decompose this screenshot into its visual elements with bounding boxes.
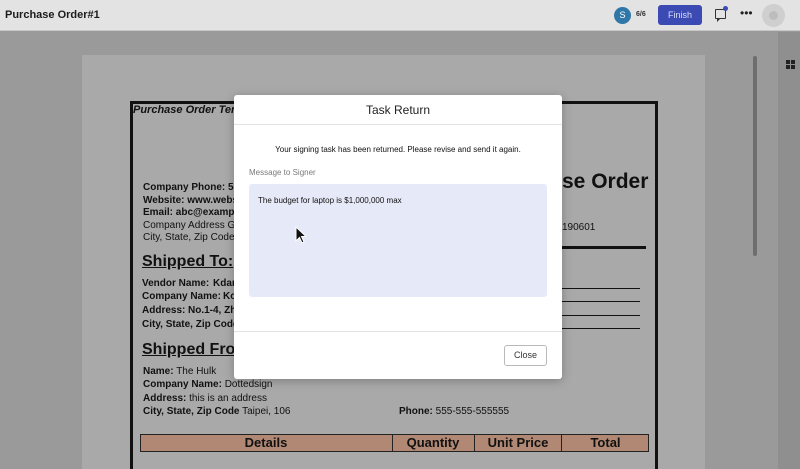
dialog-title: Task Return bbox=[234, 95, 562, 125]
document-title: Purchase Order#1 bbox=[5, 9, 100, 21]
task-return-dialog: Task Return Your signing task has been r… bbox=[234, 95, 562, 379]
right-rail bbox=[778, 32, 800, 469]
notification-dot bbox=[723, 6, 728, 11]
city-from-label: City, State, Zip Code bbox=[143, 406, 240, 417]
company-city: City, State, Zip Code bbox=[143, 232, 235, 243]
signer-count: 6/6 bbox=[636, 11, 646, 18]
vendor-name-value: Kdar bbox=[213, 278, 236, 289]
th-quantity: Quantity bbox=[406, 435, 460, 450]
name-from-value: The Hulk bbox=[176, 366, 217, 377]
address-from-value: this is an address bbox=[189, 393, 267, 404]
address-to-label: Address: bbox=[142, 305, 186, 316]
shipped-to-heading: Shipped To: bbox=[142, 253, 234, 270]
signer-message-text: The budget for laptop is $1,000,000 max bbox=[258, 196, 402, 205]
dialog-message: Your signing task has been returned. Ple… bbox=[275, 145, 521, 154]
signer-message-box: The budget for laptop is $1,000,000 max bbox=[249, 184, 547, 297]
phone-from-label: Phone: bbox=[399, 406, 433, 417]
mouse-cursor-icon bbox=[295, 226, 307, 244]
line-4 bbox=[562, 328, 640, 329]
finish-button[interactable]: Finish bbox=[658, 5, 702, 25]
dialog-footer-divider bbox=[234, 331, 562, 332]
company-name-to-label: Company Name: bbox=[142, 291, 221, 302]
template-title: Purchase Order Tem bbox=[133, 104, 241, 116]
th-details: Details bbox=[244, 435, 288, 450]
line-3 bbox=[562, 315, 640, 316]
company-address: Company Address Goe bbox=[143, 220, 247, 231]
city-from-value: Taipei, 106 bbox=[242, 406, 291, 417]
city-to-label: City, State, Zip Code bbox=[142, 319, 239, 330]
address-to-value: No.1-4, Zh bbox=[188, 305, 237, 316]
phone-from-value: 555-555-555555 bbox=[435, 406, 510, 417]
vendor-name-label: Vendor Name: bbox=[142, 278, 210, 289]
shipped-from-heading: Shipped Fro bbox=[142, 341, 236, 358]
user-avatar[interactable] bbox=[762, 4, 785, 27]
signer-avatar[interactable]: S bbox=[614, 7, 631, 24]
purchase-order-title: se Order bbox=[562, 170, 649, 193]
address-from-label: Address: bbox=[143, 393, 187, 404]
message-label: Message to Signer bbox=[249, 168, 316, 177]
scrollbar[interactable] bbox=[753, 56, 757, 256]
close-button[interactable]: Close bbox=[504, 345, 547, 366]
th-total: Total bbox=[590, 435, 621, 450]
company-website: Website: www.websit bbox=[143, 195, 245, 206]
name-from-label: Name: bbox=[143, 366, 174, 377]
line-2 bbox=[562, 301, 640, 302]
company-phone: Company Phone: 555- bbox=[143, 182, 249, 193]
more-icon[interactable]: ••• bbox=[740, 6, 753, 20]
top-bar: Purchase Order#1 S 6/6 Finish ••• bbox=[0, 0, 800, 31]
po-number: 190601 bbox=[562, 222, 596, 233]
company-from-label: Company Name: bbox=[143, 379, 222, 390]
grid-icon[interactable] bbox=[786, 60, 795, 69]
line-1 bbox=[562, 288, 640, 289]
th-unit-price: Unit Price bbox=[487, 435, 549, 450]
divider-thick bbox=[562, 246, 646, 249]
company-from-value: Dottedsign bbox=[224, 379, 273, 390]
